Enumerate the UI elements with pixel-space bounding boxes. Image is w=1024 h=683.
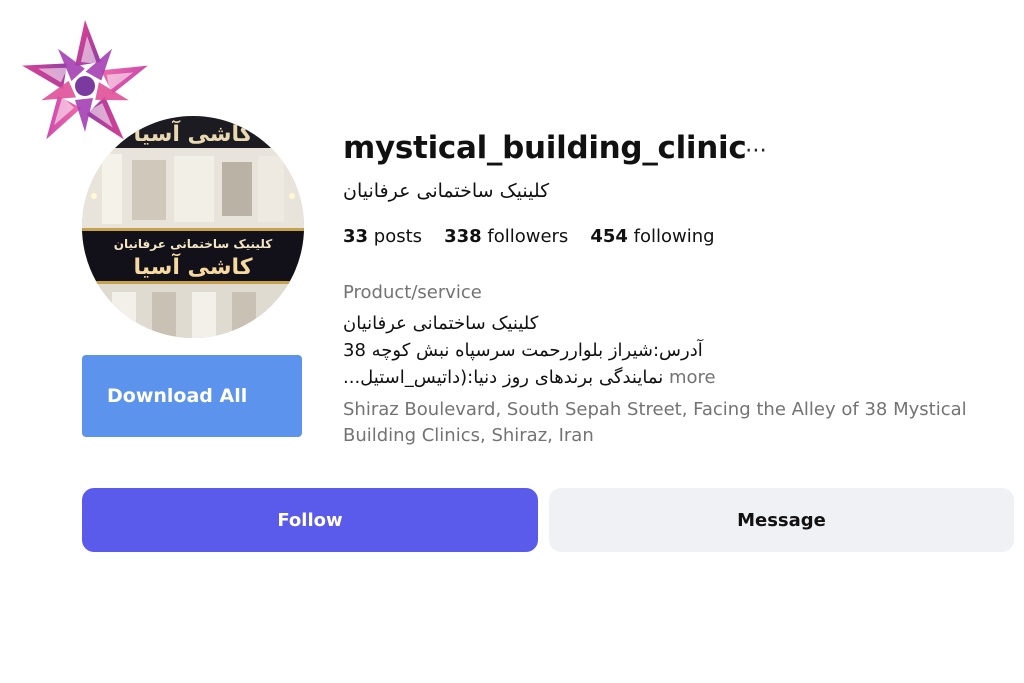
follow-button[interactable]: Follow [82,488,538,552]
download-all-button[interactable]: Download All [82,355,302,437]
profile-stats: 33 posts 338 followers 454 following [343,226,715,247]
profile-full-name: کلینیک ساختمانی عرفانیان [343,180,550,202]
stat-following[interactable]: 454 following [590,226,714,247]
bio-line: کلینیک ساختمانی عرفانیان [343,313,539,334]
profile-address[interactable]: Shiraz Boulevard, South Sepah Street, Fa… [343,397,983,449]
bio-line-text: نمایندگی برندهای روز دنیا:(داتیس_استیل..… [343,367,664,388]
following-label: following [633,226,715,247]
posts-label: posts [373,226,423,247]
avatar-sign-big: کاشی آسیا [133,252,252,280]
ellipsis-icon[interactable]: ⋯ [745,138,767,163]
followers-count: 338 [444,226,482,247]
bio-more-link[interactable]: more [669,367,716,388]
message-button[interactable]: Message [549,488,1014,552]
avatar-sign-small: کلینیک ساختمانی عرفانیان [114,237,272,251]
bio-line: آدرس:شیراز بلواررحمت سرسپاه نبش کوچه 38 [343,340,703,361]
followers-label: followers [487,226,569,247]
profile-username: mystical_building_clinic [343,130,747,166]
posts-count: 33 [343,226,369,247]
bio-line-truncated: نمایندگی برندهای روز دنیا:(داتیس_استیل..… [343,367,716,388]
brand-logo-icon [12,14,158,154]
profile-category: Product/service [343,282,482,303]
stat-posts[interactable]: 33 posts [343,226,422,247]
following-count: 454 [590,226,628,247]
stat-followers[interactable]: 338 followers [444,226,568,247]
